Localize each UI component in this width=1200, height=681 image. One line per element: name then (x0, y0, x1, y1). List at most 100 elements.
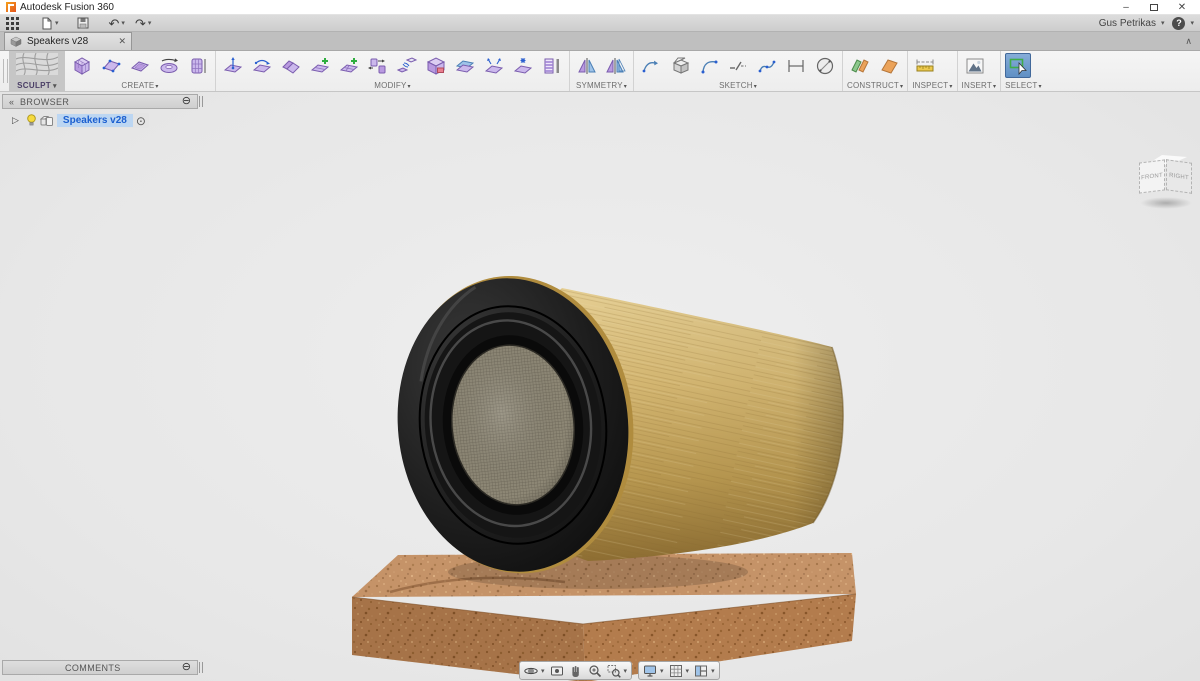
tab-close-button[interactable]: ✕ (118, 36, 126, 47)
modify-weld-vertices-icon[interactable] (510, 53, 536, 78)
file-menu-button[interactable]: ▾ (41, 17, 59, 30)
sketch-group-label[interactable]: SKETCH▾ (638, 81, 838, 90)
sketch-arc-icon[interactable] (696, 53, 722, 78)
sculpt-weave-icon (16, 53, 58, 75)
pan-button[interactable] (568, 664, 584, 678)
modify-bridge-icon[interactable] (394, 53, 420, 78)
modify-bevel-edge-icon[interactable] (278, 53, 304, 78)
browser-resize-handle[interactable] (199, 96, 203, 107)
modify-group-label[interactable]: MODIFY▾ (220, 81, 565, 90)
construct-group-label[interactable]: CONSTRUCT▾ (847, 81, 903, 90)
browser-item-label[interactable]: Speakers v28 (57, 114, 133, 127)
view-cube[interactable]: FRONT RIGHT (1132, 150, 1200, 214)
user-account-menu[interactable]: Gus Petrikas ▾ (1099, 18, 1165, 29)
modify-insert-edge-icon[interactable] (307, 53, 333, 78)
display-settings-group: ▾ ▾ ▾ (638, 661, 720, 680)
browser-collapse-icon[interactable]: « (9, 97, 14, 107)
modify-subdivide-icon[interactable] (336, 53, 362, 78)
comments-panel: COMMENTS ⊖ (2, 660, 198, 675)
comments-header[interactable]: COMMENTS ⊖ (2, 660, 198, 675)
create-box-icon[interactable] (69, 53, 95, 78)
app-grid-button[interactable] (6, 17, 19, 30)
minimize-button[interactable]: – (1112, 0, 1140, 14)
workspace-tab-sculpt[interactable]: SCULPT▾ (9, 51, 65, 91)
orbit-icon (524, 664, 538, 678)
save-button[interactable] (77, 17, 89, 29)
construct-midplane-icon[interactable] (847, 53, 873, 78)
toolbar-collapse-button[interactable]: ∧ (1185, 36, 1192, 47)
create-primitive-cylinder-icon[interactable] (185, 53, 211, 78)
undo-button[interactable]: ↶ ▾ (109, 17, 125, 30)
modify-fill-hole-icon[interactable] (423, 53, 449, 78)
pan-hand-icon (569, 664, 583, 678)
viewports-button[interactable]: ▾ (693, 664, 716, 678)
browser-header[interactable]: « BROWSER ⊖ (2, 94, 198, 109)
activate-component-radio[interactable]: ⊙ (136, 115, 146, 127)
construct-offset-plane-icon[interactable] (876, 53, 902, 78)
select-tool-icon[interactable] (1005, 53, 1031, 78)
inspect-measure-icon[interactable] (912, 53, 938, 78)
speaker-model[interactable] (330, 252, 880, 681)
zoom-button[interactable] (587, 664, 603, 678)
quick-access-toolbar: ▾ ↶ ▾ ↷ ▾ Gus Petrikas ▾ ? ▾ (0, 15, 1200, 32)
model-canvas[interactable]: « BROWSER ⊖ ▷ Speakers v28 ⊙ COMMENTS ⊖ (0, 92, 1200, 681)
visibility-bulb-icon[interactable] (26, 114, 37, 127)
redo-button[interactable]: ↷ ▾ (135, 17, 151, 30)
look-at-button[interactable] (549, 664, 565, 678)
document-tab[interactable]: Speakers v28 ✕ (4, 32, 132, 50)
sketch-line-icon[interactable] (725, 53, 751, 78)
insert-attached-canvas-icon[interactable] (962, 53, 988, 78)
browser-root-item[interactable]: ▷ Speakers v28 ⊙ (2, 112, 198, 129)
zoom-icon (588, 664, 602, 678)
modify-match-icon[interactable] (539, 53, 565, 78)
fusion-logo-icon (6, 2, 16, 12)
save-icon (77, 17, 89, 29)
maximize-button[interactable] (1140, 0, 1168, 14)
create-group-label[interactable]: CREATE▾ (69, 81, 211, 90)
display-settings-button[interactable]: ▾ (642, 664, 665, 678)
symmetry-group-label[interactable]: SYMMETRY▾ (574, 81, 629, 90)
toolbar-grip-handle[interactable] (3, 59, 8, 83)
sketch-project-include-icon[interactable] (667, 53, 693, 78)
create-face-icon[interactable] (127, 53, 153, 78)
close-button[interactable]: ✕ (1168, 0, 1196, 14)
grid-display-button[interactable]: ▾ (668, 664, 691, 678)
modify-merge-edge-icon[interactable] (365, 53, 391, 78)
file-dropdown-arrow: ▾ (55, 19, 59, 27)
symmetry-mirror-internal-icon[interactable] (574, 53, 600, 78)
symmetry-mirror-duplicate-icon[interactable] (603, 53, 629, 78)
view-cube-front-face[interactable]: FRONT (1139, 159, 1165, 193)
sketch-circle-icon[interactable] (812, 53, 838, 78)
title-bar: Autodesk Fusion 360 – ✕ (0, 0, 1200, 15)
comments-title: COMMENTS (9, 663, 176, 673)
undo-icon: ↶ (109, 17, 120, 30)
comments-resize-handle[interactable] (199, 662, 203, 673)
comments-menu-icon[interactable]: ⊖ (182, 662, 191, 673)
sketch-dimension-icon[interactable] (783, 53, 809, 78)
undo-dropdown-arrow[interactable]: ▾ (121, 19, 125, 27)
modify-edit-form-icon[interactable] (220, 53, 246, 78)
redo-dropdown-arrow[interactable]: ▾ (148, 19, 152, 27)
create-revolve-icon[interactable] (156, 53, 182, 78)
browser-menu-icon[interactable]: ⊖ (182, 96, 191, 107)
inspect-group-label[interactable]: INSPECT▾ (912, 81, 952, 90)
modify-crease-icon[interactable] (249, 53, 275, 78)
insert-group-label[interactable]: INSERT▾ (962, 81, 997, 90)
orbit-button[interactable]: ▾ (523, 664, 546, 678)
app-grid-icon (6, 17, 19, 30)
display-settings-icon (643, 664, 657, 678)
help-menu[interactable]: ? ▾ (1172, 17, 1194, 30)
select-group-label[interactable]: SELECT▾ (1005, 81, 1042, 90)
look-at-icon (550, 664, 564, 678)
modify-thicken-icon[interactable] (452, 53, 478, 78)
create-plane-icon[interactable] (98, 53, 124, 78)
expand-arrow-icon[interactable]: ▷ (12, 115, 19, 126)
sketch-fit-curves-icon[interactable] (638, 53, 664, 78)
document-tab-title: Speakers v28 (27, 36, 113, 47)
view-cube-right-face[interactable]: RIGHT (1166, 159, 1192, 194)
toolbar-group-insert: INSERT▾ (958, 51, 1002, 91)
sketch-spline-icon[interactable] (754, 53, 780, 78)
view-cube-shadow (1140, 197, 1192, 209)
fit-button[interactable]: ▾ (606, 664, 629, 678)
modify-unweld-edges-icon[interactable] (481, 53, 507, 78)
